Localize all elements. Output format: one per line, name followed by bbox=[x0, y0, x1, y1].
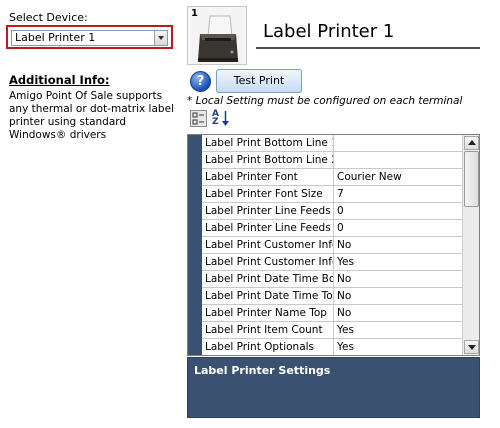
property-value[interactable]: 7 bbox=[334, 186, 463, 202]
additional-info-text: Amigo Point Of Sale supports any thermal… bbox=[9, 90, 174, 141]
property-value[interactable]: No bbox=[334, 305, 463, 321]
property-grid-scrollbar[interactable] bbox=[462, 135, 479, 355]
property-value[interactable]: No bbox=[334, 237, 463, 253]
property-row[interactable]: Label Printer Name Top No bbox=[202, 305, 463, 322]
test-print-button[interactable]: Test Print bbox=[216, 69, 302, 93]
property-name: Label Print Optionals bbox=[202, 339, 334, 355]
device-dropdown[interactable]: Label Printer 1 bbox=[11, 30, 168, 46]
chevron-down-icon[interactable] bbox=[154, 31, 167, 45]
property-row[interactable]: Label Print Bottom Line 1 bbox=[202, 135, 463, 152]
alphabetical-sort-icon[interactable]: A Z bbox=[212, 110, 230, 128]
property-name: Label Print Customer Info T bbox=[202, 254, 334, 270]
scroll-up-icon[interactable] bbox=[464, 136, 479, 150]
printer-thumbnail: 1 bbox=[187, 6, 247, 65]
property-value[interactable]: Yes bbox=[334, 322, 463, 338]
property-row[interactable]: Label Printer Font Size 7 bbox=[202, 186, 463, 203]
device-dropdown-value: Label Printer 1 bbox=[15, 31, 96, 44]
additional-info-title: Additional Info: bbox=[9, 73, 110, 87]
property-grid: Label Print Bottom Line 1 Label Print Bo… bbox=[187, 134, 480, 356]
property-row[interactable]: Label Print Bottom Line 2 bbox=[202, 152, 463, 169]
property-row[interactable]: Label Print Item Count Yes bbox=[202, 322, 463, 339]
property-name: Label Print Bottom Line 2 bbox=[202, 152, 334, 168]
property-name: Label Printer Font bbox=[202, 169, 334, 185]
property-row[interactable]: Label Printer Font Courier New bbox=[202, 169, 463, 186]
help-icon[interactable]: ? bbox=[190, 71, 211, 92]
scroll-down-icon[interactable] bbox=[464, 340, 479, 354]
property-row[interactable]: Label Printer Line Feeds To 0 bbox=[202, 220, 463, 237]
title-divider bbox=[256, 47, 480, 49]
description-title: Label Printer Settings bbox=[194, 364, 331, 377]
property-value[interactable]: No bbox=[334, 271, 463, 287]
property-row[interactable]: Label Printer Line Feeds Bo 0 bbox=[202, 203, 463, 220]
property-name: Label Printer Name Top bbox=[202, 305, 334, 321]
property-value[interactable]: Courier New bbox=[334, 169, 463, 185]
property-name: Label Print Date Time Top bbox=[202, 288, 334, 304]
property-name: Label Print Bottom Line 1 bbox=[202, 135, 334, 151]
local-setting-note: * Local Setting must be configured on ea… bbox=[187, 95, 463, 107]
scrollbar-thumb[interactable] bbox=[464, 151, 479, 207]
property-row[interactable]: Label Print Optionals Yes bbox=[202, 339, 463, 355]
property-grid-rows: Label Print Bottom Line 1 Label Print Bo… bbox=[202, 135, 463, 355]
property-name: Label Printer Font Size bbox=[202, 186, 334, 202]
property-name: Label Printer Line Feeds Bo bbox=[202, 203, 334, 219]
property-grid-gutter bbox=[188, 135, 202, 355]
property-row[interactable]: Label Print Customer Info T Yes bbox=[202, 254, 463, 271]
property-row[interactable]: Label Print Customer Info ENo bbox=[202, 237, 463, 254]
sort-glyph-bottom: Z bbox=[212, 117, 219, 127]
property-value[interactable]: No bbox=[334, 288, 463, 304]
description-panel: Label Printer Settings bbox=[187, 357, 480, 418]
categorized-view-icon[interactable] bbox=[190, 110, 207, 127]
property-row[interactable]: Label Print Date Time BottoNo bbox=[202, 271, 463, 288]
property-value[interactable]: Yes bbox=[334, 254, 463, 270]
property-name: Label Print Customer Info E bbox=[202, 237, 334, 253]
device-select-highlight: Label Printer 1 bbox=[6, 25, 173, 49]
property-row[interactable]: Label Print Date Time Top No bbox=[202, 288, 463, 305]
label-printer-icon bbox=[198, 15, 238, 62]
property-value[interactable] bbox=[334, 152, 463, 168]
property-name: Label Print Item Count bbox=[202, 322, 334, 338]
property-value[interactable] bbox=[334, 135, 463, 151]
property-name: Label Print Date Time Botto bbox=[202, 271, 334, 287]
printer-title: Label Printer 1 bbox=[263, 21, 395, 42]
property-value[interactable]: Yes bbox=[334, 339, 463, 355]
select-device-label: Select Device: bbox=[9, 11, 88, 24]
property-value[interactable]: 0 bbox=[334, 203, 463, 219]
property-value[interactable]: 0 bbox=[334, 220, 463, 236]
property-name: Label Printer Line Feeds To bbox=[202, 220, 334, 236]
